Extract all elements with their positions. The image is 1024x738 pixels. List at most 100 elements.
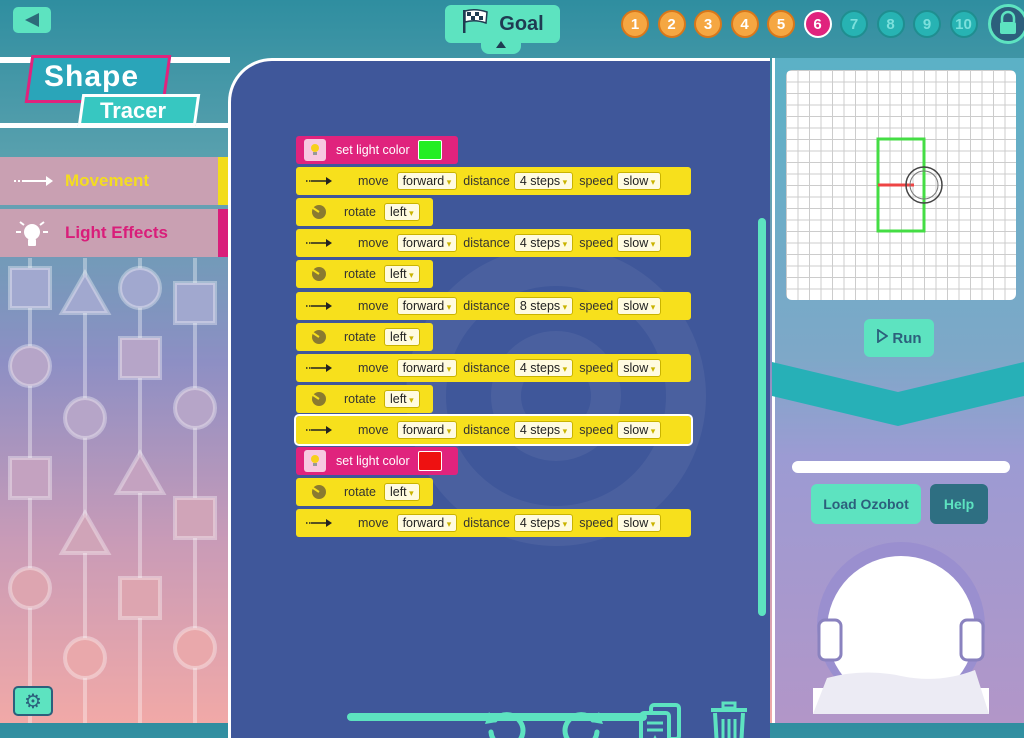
level-7-button[interactable]: 7	[840, 10, 868, 38]
direction-dropdown[interactable]: forward	[396, 420, 458, 439]
speed-label: speed	[579, 516, 614, 531]
speed-label: speed	[579, 236, 614, 251]
arrow-right-icon	[304, 170, 334, 192]
block-label: rotate	[344, 329, 376, 344]
direction-dropdown[interactable]: left	[383, 265, 420, 284]
undo-button[interactable]	[483, 706, 529, 738]
code-workspace[interactable]: set light colormoveforwarddistance4 step…	[228, 58, 770, 738]
level-10-button[interactable]: 10	[949, 10, 978, 38]
settings-button[interactable]: ⚙	[13, 686, 53, 716]
distance-dropdown[interactable]: 4 steps	[513, 514, 574, 533]
rotate-icon	[304, 481, 334, 503]
run-button[interactable]: Run	[864, 319, 934, 357]
checkered-flag-icon	[461, 8, 491, 40]
speed-dropdown[interactable]: slow	[617, 172, 662, 191]
direction-dropdown[interactable]: forward	[396, 172, 458, 191]
load-ozobot-button[interactable]: Load Ozobot	[811, 484, 921, 524]
block-label: move	[358, 298, 389, 313]
rotate-block[interactable]: rotate left	[296, 198, 433, 227]
block-label: rotate	[344, 391, 376, 406]
level-2-button[interactable]: 2	[657, 10, 686, 38]
run-label: Run	[892, 329, 922, 347]
rotate-icon	[304, 201, 334, 223]
direction-dropdown[interactable]: forward	[396, 358, 458, 377]
rotate-block[interactable]: rotate left	[296, 478, 433, 507]
vertical-scrollbar[interactable]	[758, 218, 766, 616]
lightbulb-icon	[304, 139, 326, 161]
decorative-shapes	[8, 258, 217, 723]
speed-dropdown[interactable]: slow	[617, 234, 662, 253]
speed-dropdown[interactable]: slow	[617, 420, 662, 439]
set-light-color-block[interactable]: set light color	[296, 136, 458, 164]
speed-label: speed	[579, 298, 614, 313]
color-swatch[interactable]	[417, 451, 442, 471]
speed-dropdown[interactable]: slow	[617, 296, 662, 315]
level-4-button[interactable]: 4	[730, 10, 759, 38]
speed-label: speed	[579, 174, 614, 189]
lightbulb-icon	[12, 219, 52, 247]
back-button[interactable]	[13, 7, 51, 33]
block-label: move	[358, 360, 389, 375]
arrow-right-icon	[304, 232, 334, 254]
color-swatch[interactable]	[417, 140, 442, 160]
distance-label: distance	[463, 516, 510, 531]
delete-button[interactable]	[709, 701, 749, 738]
level-6-button[interactable]: 6	[803, 10, 832, 38]
rotate-block[interactable]: rotate left	[296, 260, 433, 289]
move-block[interactable]: move forward distance4 steps speedslow	[294, 413, 693, 446]
direction-dropdown[interactable]: forward	[396, 234, 458, 253]
speed-dropdown[interactable]: slow	[617, 358, 662, 377]
chevron-divider	[772, 362, 1024, 426]
direction-dropdown[interactable]: left	[383, 203, 420, 222]
level-1-button[interactable]: 1	[621, 10, 649, 38]
undo-icon	[485, 712, 526, 738]
speed-dropdown[interactable]: slow	[617, 514, 662, 533]
move-block[interactable]: move forward distance4 steps speedslow	[296, 229, 691, 258]
distance-label: distance	[463, 422, 510, 437]
rotate-block[interactable]: rotate left	[296, 384, 433, 413]
horizontal-scrollbar[interactable]	[347, 713, 647, 721]
arrow-right-icon	[304, 357, 334, 379]
help-button[interactable]: Help	[930, 484, 988, 524]
distance-dropdown[interactable]: 4 steps	[513, 420, 574, 439]
distance-dropdown[interactable]: 8 steps	[513, 296, 574, 315]
block-label: move	[358, 516, 389, 531]
rotate-block[interactable]: rotate left	[296, 322, 433, 351]
level-5-button[interactable]: 5	[767, 10, 795, 38]
distance-label: distance	[463, 236, 510, 251]
direction-dropdown[interactable]: left	[383, 327, 420, 346]
arrow-right-icon	[304, 512, 334, 534]
goal-toggle-tab[interactable]	[481, 38, 521, 54]
level-8-button[interactable]: 8	[876, 10, 905, 38]
gear-icon: ⚙	[24, 690, 42, 713]
direction-dropdown[interactable]: forward	[396, 296, 458, 315]
rotate-icon	[304, 388, 334, 410]
lock-icon[interactable]	[988, 4, 1024, 44]
move-block[interactable]: move forward distance4 steps speedslow	[296, 353, 691, 382]
category-label: Movement	[65, 171, 150, 190]
block-label: rotate	[344, 205, 376, 220]
move-block[interactable]: move forward distance4 steps speedslow	[296, 167, 691, 196]
distance-label: distance	[463, 298, 510, 313]
direction-dropdown[interactable]: left	[383, 389, 420, 408]
speed-label: speed	[579, 360, 614, 375]
category-movement[interactable]: Movement	[0, 157, 228, 205]
move-block[interactable]: move forward distance8 steps speedslow	[296, 291, 691, 320]
move-block[interactable]: move forward distance4 steps speedslow	[296, 509, 691, 538]
set-light-color-block[interactable]: set light color	[296, 447, 458, 475]
redo-button[interactable]	[559, 706, 605, 738]
direction-dropdown[interactable]: forward	[396, 514, 458, 533]
preview-grid	[786, 70, 1016, 300]
category-light-effects[interactable]: Light Effects	[0, 209, 228, 257]
distance-dropdown[interactable]: 4 steps	[513, 172, 574, 191]
block-label: move	[358, 236, 389, 251]
arrow-right-icon	[304, 419, 334, 441]
distance-dropdown[interactable]: 4 steps	[513, 234, 574, 253]
block-label: set light color	[336, 454, 410, 468]
distance-dropdown[interactable]: 4 steps	[513, 358, 574, 377]
block-label: rotate	[344, 267, 376, 282]
direction-dropdown[interactable]: left	[383, 483, 420, 502]
level-3-button[interactable]: 3	[694, 10, 722, 38]
rotate-icon	[304, 263, 334, 285]
level-9-button[interactable]: 9	[913, 10, 941, 38]
